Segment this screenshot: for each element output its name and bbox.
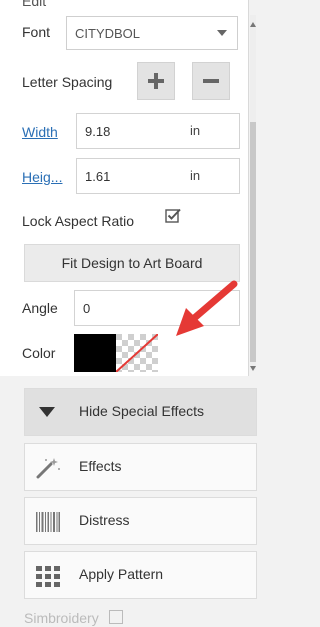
distress-button[interactable]: Distress bbox=[24, 497, 257, 545]
scrollbar-thumb[interactable] bbox=[250, 122, 256, 362]
height-input[interactable]: 1.61 bbox=[76, 158, 240, 194]
plus-icon bbox=[148, 73, 164, 89]
letter-spacing-label: Letter Spacing bbox=[22, 74, 113, 90]
triangle-down-icon bbox=[39, 407, 55, 417]
effects-button[interactable]: Effects bbox=[24, 443, 257, 491]
letter-spacing-row: Letter Spacing bbox=[22, 74, 112, 90]
height-link[interactable]: Heig... bbox=[22, 169, 62, 185]
grid-icon bbox=[36, 566, 60, 587]
fill-color-swatch[interactable] bbox=[74, 334, 116, 372]
height-unit: in bbox=[190, 168, 201, 183]
color-row: Color bbox=[22, 345, 55, 361]
chevron-down-icon bbox=[217, 30, 227, 36]
font-row: Font bbox=[22, 24, 50, 40]
scroll-down-arrow-icon[interactable] bbox=[250, 366, 256, 371]
width-link[interactable]: Width bbox=[22, 124, 58, 140]
minus-icon bbox=[203, 79, 219, 83]
stroke-color-swatch[interactable] bbox=[116, 334, 158, 372]
height-value: 1.61 bbox=[85, 168, 111, 184]
color-label: Color bbox=[22, 345, 56, 361]
magic-wand-icon bbox=[36, 458, 60, 479]
lock-aspect-row: Lock Aspect Ratio bbox=[22, 213, 134, 229]
angle-value: 0 bbox=[83, 300, 91, 316]
lock-aspect-label: Lock Aspect Ratio bbox=[22, 213, 135, 229]
simbroidery-checkbox[interactable] bbox=[108, 610, 123, 624]
angle-label: Angle bbox=[22, 300, 58, 316]
red-arrow-annotation bbox=[176, 280, 238, 336]
fit-design-button[interactable]: Fit Design to Art Board bbox=[24, 244, 240, 282]
width-input[interactable]: 9.18 bbox=[76, 113, 240, 149]
scroll-up-arrow-icon[interactable] bbox=[250, 22, 256, 27]
edit-panel: Edit Font CITYDBOL Letter Spacing Width … bbox=[0, 0, 249, 376]
font-select[interactable]: CITYDBOL bbox=[66, 16, 238, 50]
barcode-icon bbox=[36, 512, 60, 532]
simbroidery-label: Simbroidery bbox=[24, 610, 99, 626]
effects-label: Effects bbox=[79, 458, 122, 474]
decrease-spacing-button[interactable] bbox=[192, 62, 230, 100]
font-value: CITYDBOL bbox=[75, 25, 141, 41]
angle-row: Angle bbox=[22, 300, 58, 316]
increase-spacing-button[interactable] bbox=[137, 62, 175, 100]
hide-special-effects-button[interactable]: Hide Special Effects bbox=[24, 388, 257, 436]
apply-pattern-button[interactable]: Apply Pattern bbox=[24, 551, 257, 599]
panel-title: Edit bbox=[22, 0, 47, 9]
font-label: Font bbox=[22, 24, 51, 40]
width-row: Width bbox=[22, 124, 58, 140]
width-value: 9.18 bbox=[85, 123, 111, 139]
distress-label: Distress bbox=[79, 512, 130, 528]
lock-aspect-checkbox[interactable] bbox=[165, 207, 181, 223]
width-unit: in bbox=[190, 123, 201, 138]
simbroidery-row: Simbroidery bbox=[24, 610, 123, 626]
hide-special-effects-label: Hide Special Effects bbox=[79, 403, 205, 419]
apply-pattern-label: Apply Pattern bbox=[79, 566, 164, 582]
height-row: Heig... bbox=[22, 169, 62, 185]
